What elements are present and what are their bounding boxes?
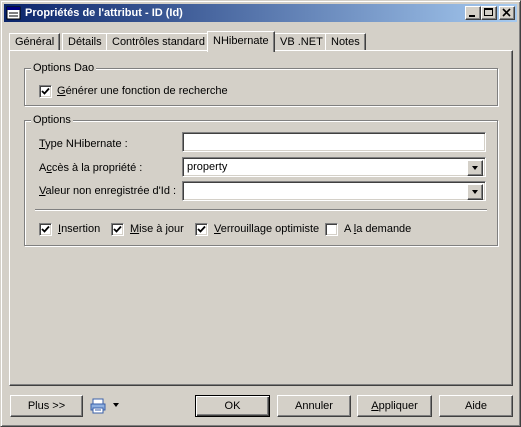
window-title: Propriétés de l'attribut - ID (Id)	[25, 7, 183, 19]
checkmark-icon	[41, 225, 50, 233]
options-separator	[35, 209, 487, 211]
tab-notes[interactable]: Notes	[325, 33, 366, 50]
checkmark-icon	[113, 225, 122, 233]
tab-details[interactable]: Détails	[62, 33, 108, 50]
mise-a-jour-checkbox[interactable]	[111, 223, 124, 236]
chevron-down-icon	[472, 190, 478, 194]
plus-button[interactable]: Plus >>	[10, 395, 83, 417]
print-dropdown-arrow[interactable]	[111, 400, 121, 410]
options-dao-group: Options Dao Générer une fonction de rech…	[24, 62, 498, 106]
acces-propriete-label: Accès à la propriété :	[39, 162, 143, 174]
tab-nhibernate[interactable]: NHibernate	[207, 31, 275, 52]
type-nhibernate-label: Type NHibernate :	[39, 138, 128, 150]
checkmark-icon	[197, 225, 206, 233]
insertion-checkbox[interactable]	[39, 223, 52, 236]
options-dao-title: Options Dao	[31, 62, 97, 74]
acces-propriete-value: property	[187, 161, 228, 173]
checkmark-icon	[41, 87, 50, 95]
generer-fonction-recherche-checkbox[interactable]	[39, 85, 52, 98]
properties-window-icon	[6, 5, 22, 21]
verrouillage-optimiste-label[interactable]: Verrouillage optimiste	[214, 223, 319, 235]
verrouillage-optimiste-checkbox[interactable]	[195, 223, 208, 236]
appliquer-button[interactable]: Appliquer	[357, 395, 432, 417]
ok-button[interactable]: OK	[195, 395, 270, 417]
maximize-icon	[484, 8, 493, 16]
a-la-demande-checkbox[interactable]	[325, 223, 338, 236]
options-title: Options	[31, 114, 73, 126]
minimize-icon	[469, 15, 475, 17]
valeur-non-enregistree-label: Valeur non enregistrée d'Id :	[39, 185, 177, 197]
insertion-label[interactable]: Insertion	[58, 223, 100, 235]
properties-dialog: Propriétés de l'attribut - ID (Id) Génér…	[0, 0, 521, 427]
valeur-non-enregistree-select[interactable]	[182, 181, 486, 201]
close-icon	[502, 8, 511, 17]
mise-a-jour-label[interactable]: Mise à jour	[130, 223, 184, 235]
print-icon[interactable]	[89, 397, 107, 415]
maximize-button[interactable]	[481, 6, 497, 20]
acces-dropdown-button[interactable]	[467, 160, 483, 176]
title-bar[interactable]: Propriétés de l'attribut - ID (Id)	[4, 4, 517, 22]
chevron-down-icon	[472, 166, 478, 170]
valeur-dropdown-button[interactable]	[467, 184, 483, 200]
generer-fonction-recherche-label[interactable]: Générer une fonction de recherche	[57, 85, 228, 97]
tab-controles-standard[interactable]: Contrôles standard	[106, 33, 211, 50]
aide-button[interactable]: Aide	[439, 395, 513, 417]
acces-propriete-select[interactable]: property	[182, 157, 486, 177]
tab-panel: Options Dao Générer une fonction de rech…	[9, 50, 513, 386]
type-nhibernate-input[interactable]	[182, 132, 486, 152]
a-la-demande-label[interactable]: A la demande	[344, 223, 411, 235]
annuler-button[interactable]: Annuler	[277, 395, 351, 417]
tab-general[interactable]: Général	[9, 33, 61, 50]
close-button[interactable]	[499, 6, 515, 20]
tab-strip: Général Détails Contrôles standard NHibe…	[9, 31, 513, 52]
tab-vb-net[interactable]: VB .NET	[274, 33, 329, 50]
options-group: Options Type NHibernate : Accès à la pro…	[24, 114, 498, 246]
chevron-down-icon	[113, 403, 119, 407]
minimize-button[interactable]	[465, 6, 481, 20]
